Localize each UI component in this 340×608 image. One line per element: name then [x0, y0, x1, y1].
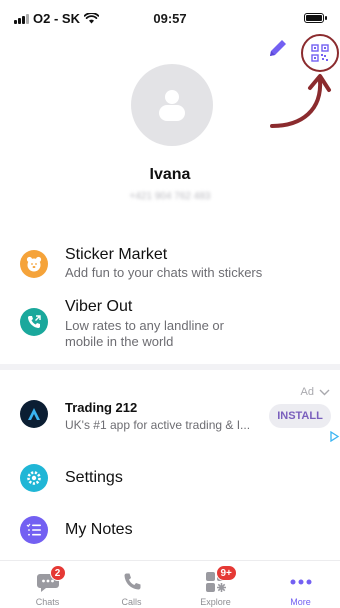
phone-out-icon: [20, 308, 48, 336]
viber-out-title: Viber Out: [65, 298, 133, 315]
settings-row[interactable]: Settings: [0, 462, 340, 494]
install-button[interactable]: INSTALL: [269, 404, 331, 428]
tab-more[interactable]: More: [258, 561, 340, 608]
tab-chats[interactable]: 2 Chats: [5, 561, 90, 608]
profile-phone: +421 904 762 483: [129, 191, 211, 202]
chats-badge: 2: [49, 565, 66, 581]
ad-description: UK's #1 app for active trading & I...: [65, 418, 251, 432]
phone-icon: [120, 571, 144, 593]
explore-badge: 9+: [215, 565, 237, 581]
battery-icon: [304, 13, 327, 23]
profile-name: Ivana: [149, 166, 191, 183]
ad-title[interactable]: Trading 212: [65, 400, 137, 415]
viber-out-subtitle-line2: mobile in the world: [65, 334, 174, 349]
viber-out-subtitle-line1: Low rates to any landline or: [65, 318, 224, 333]
profile-avatar[interactable]: [131, 64, 213, 146]
qr-code-icon: [311, 44, 329, 62]
tab-calls[interactable]: Calls: [89, 561, 174, 608]
trading212-logo: [20, 400, 48, 428]
explore-grid-icon: 9+: [204, 565, 237, 593]
status-bar: O2 - SK 09:57: [0, 0, 340, 36]
section-separator: [0, 364, 340, 370]
chat-bubble-icon: 2: [36, 565, 66, 593]
notes-checklist-icon: [20, 516, 48, 544]
pencil-icon: [270, 40, 286, 56]
my-notes-title: My Notes: [65, 521, 133, 538]
my-notes-row[interactable]: My Notes: [0, 514, 340, 546]
ad-label[interactable]: Ad: [301, 386, 330, 398]
gear-icon: [20, 464, 48, 492]
ad-label-text: Ad: [300, 386, 314, 398]
settings-title: Settings: [65, 469, 123, 486]
sticker-market-row[interactable]: Sticker Market Add fun to your chats wit…: [0, 246, 340, 282]
edit-profile-button[interactable]: [266, 36, 290, 60]
status-time: 09:57: [153, 11, 187, 26]
tab-explore-label: Explore: [200, 597, 231, 607]
annotation-arrow: [270, 74, 331, 128]
viber-out-row[interactable]: Viber Out Low rates to any landline or m…: [0, 298, 340, 349]
tab-more-label: More: [290, 597, 311, 607]
adchoices-icon[interactable]: [329, 431, 340, 442]
sticker-market-subtitle: Add fun to your chats with stickers: [65, 265, 263, 280]
more-dots-icon: [289, 571, 313, 593]
sticker-bear-icon: [20, 250, 48, 278]
person-placeholder-icon: [159, 90, 185, 121]
bottom-tab-bar: 2 Chats Calls 9+ Explore More: [0, 560, 340, 608]
qr-code-button[interactable]: [301, 34, 339, 72]
tab-chats-label: Chats: [35, 597, 60, 607]
chevron-down-icon: [319, 389, 330, 395]
tab-calls-label: Calls: [121, 597, 142, 607]
sticker-market-title: Sticker Market: [65, 246, 168, 263]
tab-explore[interactable]: 9+ Explore: [173, 561, 258, 608]
